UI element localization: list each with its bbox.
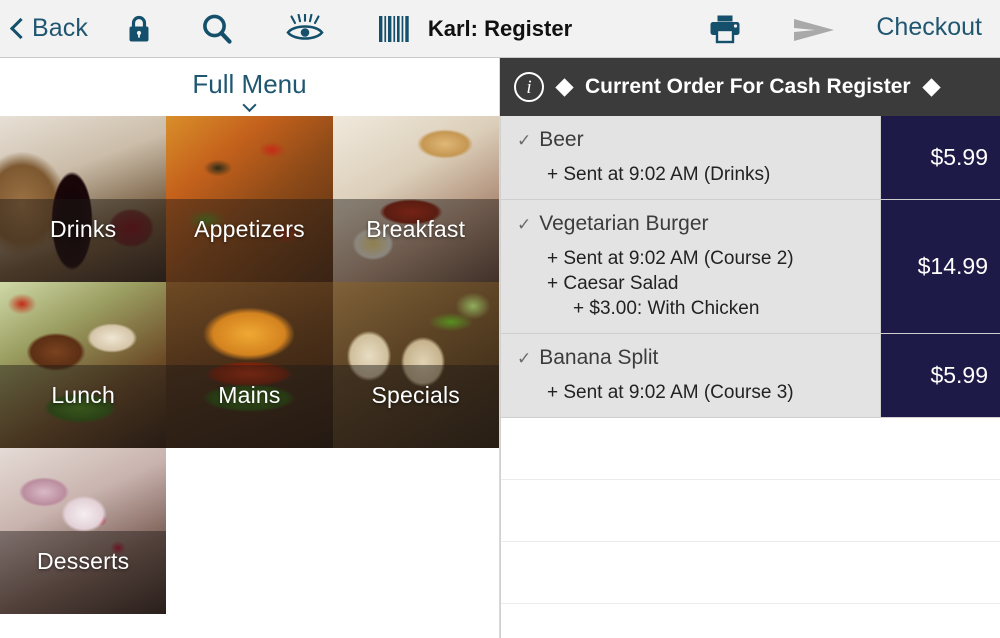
- order-item-modifiers: + Sent at 9:02 AM (Drinks): [517, 162, 870, 187]
- menu-tile-label: Appetizers: [194, 216, 305, 242]
- menu-selector[interactable]: Full Menu: [0, 58, 499, 116]
- check-icon: ✓: [517, 215, 532, 235]
- menu-selector-label: Full Menu: [192, 69, 307, 99]
- order-empty-row[interactable]: [501, 480, 1000, 543]
- order-row-details: ✓ Vegetarian Burger + Sent at 9:02 AM (C…: [501, 200, 880, 333]
- menu-tile-label: Breakfast: [366, 216, 466, 242]
- menu-tile-label: Drinks: [49, 216, 117, 242]
- order-header-title: Current Order For Cash Register: [585, 75, 911, 98]
- order-modifier: + Sent at 9:02 AM (Course 2): [547, 248, 794, 270]
- eye-icon[interactable]: [283, 14, 327, 44]
- order-pane: i Current Order For Cash Register ✓ Beer: [500, 58, 1000, 638]
- order-empty-row[interactable]: [501, 542, 1000, 605]
- menu-tile-specials[interactable]: Specials: [332, 282, 499, 448]
- register-screen: Back Karl: Register Checkout Full Menu D…: [0, 0, 1000, 638]
- send-icon: [793, 17, 835, 43]
- menu-tile-mains[interactable]: Mains: [166, 282, 333, 448]
- order-header: i Current Order For Cash Register: [500, 58, 1000, 116]
- order-item-price: $5.99: [880, 116, 1000, 200]
- order-item-name: Vegetarian Burger: [539, 212, 709, 236]
- order-row[interactable]: ✓ Banana Split + Sent at 9:02 AM (Course…: [501, 334, 1000, 419]
- menu-tile-label: Specials: [371, 382, 461, 408]
- menu-category-grid: Drinks Appetizers Breakfast Lunch Mains …: [0, 116, 499, 638]
- menu-tile-label: Mains: [218, 382, 281, 408]
- order-item-list: ✓ Beer + Sent at 9:02 AM (Drinks) $5.99 …: [500, 116, 1000, 638]
- menu-tile-label: Desserts: [36, 548, 130, 574]
- menu-tile-desserts[interactable]: Desserts: [0, 448, 167, 614]
- search-icon[interactable]: [200, 12, 234, 46]
- info-icon[interactable]: i: [514, 72, 544, 102]
- menu-tile-lunch[interactable]: Lunch: [0, 282, 167, 448]
- order-modifier: + Sent at 9:02 AM (Course 3): [547, 382, 794, 404]
- order-row[interactable]: ✓ Vegetarian Burger + Sent at 9:02 AM (C…: [501, 200, 1000, 335]
- print-icon[interactable]: [709, 14, 741, 44]
- menu-pane: Full Menu Drinks Appetizers Breakfast Lu…: [0, 58, 500, 638]
- diamond-icon-right: [921, 77, 941, 97]
- barcode-icon[interactable]: [377, 14, 413, 44]
- back-button[interactable]: Back: [10, 14, 88, 43]
- top-toolbar: Back Karl: Register Checkout: [0, 0, 1000, 58]
- order-row[interactable]: ✓ Beer + Sent at 9:02 AM (Drinks) $5.99: [501, 116, 1000, 201]
- order-row-details: ✓ Beer + Sent at 9:02 AM (Drinks): [501, 116, 880, 199]
- menu-tile-appetizers[interactable]: Appetizers: [166, 116, 333, 282]
- chevron-left-icon: [10, 16, 25, 41]
- order-item-name: Banana Split: [539, 346, 659, 370]
- info-icon-glyph: i: [526, 76, 532, 98]
- menu-tile-breakfast[interactable]: Breakfast: [332, 116, 499, 282]
- order-modifier: + $3.00: With Chicken: [573, 298, 760, 320]
- back-button-label: Back: [32, 14, 88, 42]
- order-row-details: ✓ Banana Split + Sent at 9:02 AM (Course…: [501, 334, 880, 417]
- lock-icon[interactable]: [126, 14, 152, 44]
- main-content: Full Menu Drinks Appetizers Breakfast Lu…: [0, 58, 1000, 638]
- order-item-modifiers: + Sent at 9:02 AM (Course 2) + Caesar Sa…: [517, 246, 870, 321]
- order-empty-row[interactable]: [501, 418, 1000, 481]
- order-item-title: ✓ Banana Split: [517, 346, 870, 370]
- diamond-icon-left: [555, 77, 574, 97]
- order-item-title: ✓ Beer: [517, 128, 870, 152]
- order-modifier: + Sent at 9:02 AM (Drinks): [547, 164, 771, 185]
- order-item-title: ✓ Vegetarian Burger: [517, 212, 870, 236]
- order-item-price: $5.99: [880, 334, 1000, 418]
- order-item-price: $14.99: [880, 200, 1000, 334]
- checkout-button[interactable]: Checkout: [876, 13, 982, 42]
- menu-tile-label: Lunch: [51, 382, 115, 408]
- check-icon: ✓: [517, 131, 532, 150]
- order-item-modifiers: + Sent at 9:02 AM (Course 3): [517, 380, 870, 405]
- chevron-down-icon: [243, 100, 256, 109]
- order-item-name: Beer: [539, 128, 584, 151]
- menu-tile-drinks[interactable]: Drinks: [0, 116, 167, 282]
- check-icon: ✓: [517, 349, 532, 369]
- order-modifier: + Caesar Salad: [547, 273, 679, 295]
